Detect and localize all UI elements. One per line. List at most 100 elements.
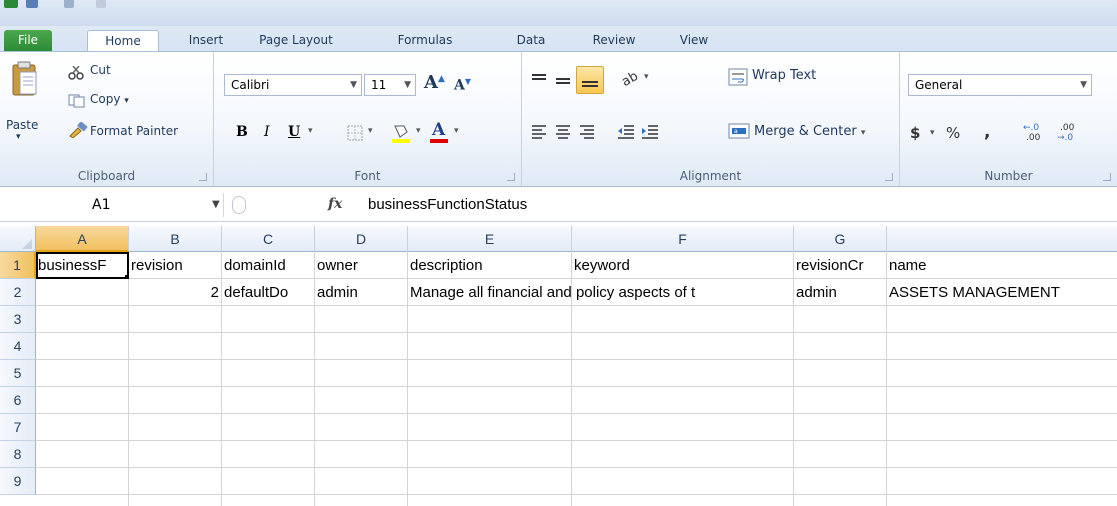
shrink-font-button[interactable]: A▼ — [454, 76, 471, 94]
scissors-icon — [68, 65, 84, 83]
column-header-g[interactable]: G — [794, 226, 887, 252]
fill-color-dropdown-icon[interactable]: ▾ — [416, 126, 421, 136]
row-header-3[interactable]: 3 — [0, 306, 36, 333]
tab-home[interactable]: Home — [87, 30, 159, 53]
font-color-swatch — [430, 139, 448, 143]
column-header-c[interactable]: C — [222, 226, 315, 252]
name-box[interactable]: A1 ▼ — [0, 193, 224, 217]
copy-dropdown-icon[interactable]: ▾ — [124, 96, 129, 106]
cell-h1[interactable]: name — [887, 252, 1117, 279]
percent-button[interactable]: % — [946, 124, 960, 142]
cell-f1[interactable]: keyword — [572, 252, 794, 279]
row-header-6[interactable]: 6 — [0, 387, 36, 414]
column-header-row: A B C D E F G — [0, 226, 1117, 252]
cell-h2[interactable]: ASSETS MANAGEMENT — [887, 279, 1117, 306]
column-header-h[interactable] — [887, 226, 1117, 252]
orientation-dropdown-icon[interactable]: ▾ — [644, 72, 649, 82]
column-header-e[interactable]: E — [408, 226, 572, 252]
wrap-text-button[interactable]: Wrap Text — [752, 68, 816, 83]
copy-button[interactable]: Copy ▾ — [90, 92, 129, 106]
paste-icon[interactable] — [10, 60, 38, 98]
align-middle-icon[interactable] — [554, 72, 572, 91]
row-header-4[interactable]: 4 — [0, 333, 36, 360]
borders-icon[interactable] — [346, 124, 364, 142]
cut-button[interactable]: Cut — [90, 63, 111, 77]
cell-g2[interactable]: admin — [794, 279, 887, 306]
redo-icon[interactable] — [96, 0, 106, 8]
format-painter-button[interactable]: Format Painter — [90, 124, 178, 138]
cell-g1[interactable]: revisionCr — [794, 252, 887, 279]
increase-decimal-icon[interactable]: ←.0.00 — [1022, 120, 1050, 145]
borders-dropdown-icon[interactable]: ▾ — [368, 126, 373, 136]
paste-button[interactable]: Paste — [6, 118, 38, 132]
ribbon-tabs: File Home Insert Page Layout Formulas Da… — [0, 26, 1117, 53]
font-color-icon[interactable]: A — [428, 120, 450, 144]
decrease-indent-icon[interactable] — [616, 122, 636, 143]
tab-view[interactable]: View — [670, 30, 718, 52]
tab-page-layout[interactable]: Page Layout — [252, 30, 340, 52]
orientation-icon[interactable]: ab — [619, 69, 644, 91]
clipboard-launcher-icon[interactable] — [199, 173, 207, 181]
cell-area[interactable]: businessF revision domainId owner descri… — [36, 252, 1117, 506]
number-launcher-icon[interactable] — [1103, 173, 1111, 181]
cell-c2[interactable]: defaultDo — [222, 279, 315, 306]
row-header-1[interactable]: 1 — [0, 252, 36, 279]
save-icon[interactable] — [26, 0, 38, 8]
select-all-corner[interactable] — [0, 226, 36, 252]
cell-c1[interactable]: domainId — [222, 252, 315, 279]
grow-font-button[interactable]: A▲ — [424, 72, 445, 93]
font-color-dropdown-icon[interactable]: ▾ — [454, 126, 459, 136]
align-top-icon[interactable] — [530, 72, 548, 91]
align-bottom-icon[interactable] — [576, 66, 604, 94]
align-center-icon[interactable] — [554, 122, 572, 143]
cell-b1[interactable]: revision — [129, 252, 222, 279]
currency-dropdown-icon[interactable]: ▾ — [930, 128, 935, 138]
paste-dropdown-icon[interactable]: ▾ — [16, 132, 21, 142]
cell-e1[interactable]: description — [408, 252, 572, 279]
cell-d1[interactable]: owner — [315, 252, 408, 279]
tab-file[interactable]: File — [4, 30, 52, 52]
column-header-a[interactable]: A — [36, 226, 129, 252]
shrink-font-glyph: A — [454, 77, 465, 94]
decrease-decimal-icon[interactable]: .00 →.0 — [1056, 120, 1084, 145]
alignment-launcher-icon[interactable] — [885, 173, 893, 181]
row-header-5[interactable]: 5 — [0, 360, 36, 387]
cell-b2[interactable]: 2 — [129, 279, 222, 306]
column-header-f[interactable]: F — [572, 226, 794, 252]
font-name-dropdown[interactable]: Calibri ▼ — [224, 74, 362, 96]
chevron-down-icon[interactable]: ▼ — [212, 193, 220, 217]
cell-a1[interactable]: businessF — [36, 252, 129, 279]
increase-indent-icon[interactable] — [640, 122, 660, 143]
row-header-8[interactable]: 8 — [0, 441, 36, 468]
tab-data[interactable]: Data — [508, 30, 554, 52]
fill-color-icon[interactable] — [390, 122, 412, 144]
tab-formulas[interactable]: Formulas — [392, 30, 458, 52]
underline-button[interactable]: U — [288, 124, 300, 140]
currency-button[interactable]: $ — [910, 124, 920, 142]
number-format-dropdown[interactable]: General ▼ — [908, 74, 1092, 96]
comma-button[interactable]: , — [984, 122, 990, 142]
formula-input[interactable]: businessFunctionStatus — [368, 196, 527, 213]
undo-icon[interactable] — [64, 0, 74, 8]
bold-button[interactable]: B — [236, 124, 248, 140]
tab-review[interactable]: Review — [584, 30, 644, 52]
row-header-2[interactable]: 2 — [0, 279, 36, 306]
underline-dropdown-icon[interactable]: ▾ — [308, 126, 313, 136]
align-right-icon[interactable] — [578, 122, 596, 143]
tab-insert[interactable]: Insert — [178, 30, 234, 52]
cell-d2[interactable]: admin — [315, 279, 408, 306]
column-header-b[interactable]: B — [129, 226, 222, 252]
insert-function-icon[interactable]: fx — [328, 196, 342, 212]
align-left-icon[interactable] — [530, 122, 548, 143]
column-header-d[interactable]: D — [315, 226, 408, 252]
excel-icon[interactable] — [4, 0, 18, 8]
font-size-dropdown[interactable]: 11 ▼ — [364, 74, 416, 96]
merge-center-button[interactable]: Merge & Center ▾ — [754, 124, 865, 139]
merge-dropdown-icon[interactable]: ▾ — [861, 128, 866, 138]
merge-center-label: Merge & Center — [754, 124, 857, 139]
row-header-9[interactable]: 9 — [0, 468, 36, 495]
row-header-7[interactable]: 7 — [0, 414, 36, 441]
cell-e2[interactable]: Manage all financial and policy aspects … — [408, 279, 794, 306]
italic-button[interactable]: I — [264, 124, 270, 140]
font-launcher-icon[interactable] — [507, 173, 515, 181]
